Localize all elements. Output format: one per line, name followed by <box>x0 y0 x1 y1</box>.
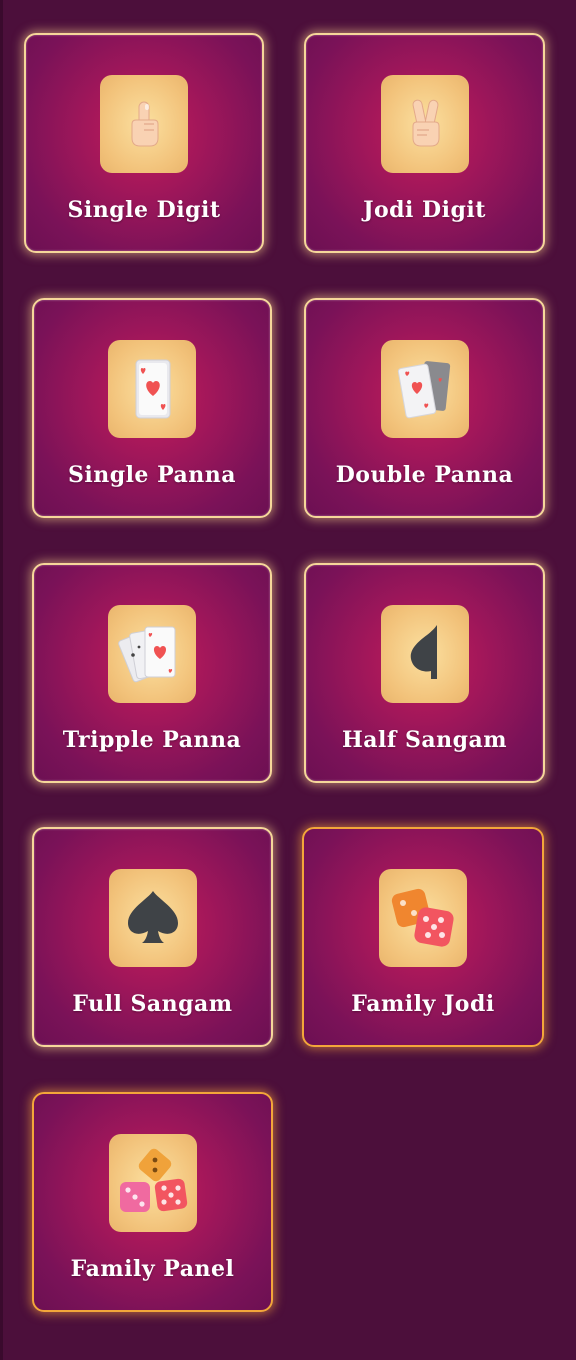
game-card-single-digit[interactable]: Single Digit <box>24 33 264 253</box>
two-dice-icon <box>379 869 467 967</box>
game-card-full-sangam[interactable]: Full Sangam <box>32 827 273 1047</box>
playing-card-icon <box>108 340 196 438</box>
game-label: Double Panna <box>335 462 514 488</box>
victory-hand-icon <box>380 75 469 173</box>
game-card-double-panna[interactable]: Double Panna <box>304 298 545 518</box>
game-card-tripple-panna[interactable]: Tripple Panna <box>32 563 272 783</box>
game-label: Jodi Digit <box>363 197 486 223</box>
game-card-family-panel[interactable]: Family Panel <box>32 1092 273 1312</box>
half-spade-icon <box>380 605 469 703</box>
game-card-single-panna[interactable]: Single Panna <box>32 298 272 518</box>
game-label: Single Digit <box>67 197 221 223</box>
two-cards-icon <box>380 340 469 438</box>
three-dice-icon <box>108 1134 197 1232</box>
game-label: Tripple Panna <box>62 727 242 753</box>
game-label: Single Panna <box>67 462 237 488</box>
game-label: Family Panel <box>70 1256 235 1282</box>
spade-icon <box>108 869 197 967</box>
left-edge-rule <box>0 0 3 1360</box>
three-cards-icon <box>108 605 196 703</box>
game-label: Family Jodi <box>351 991 495 1017</box>
game-card-family-jodi[interactable]: Family Jodi <box>302 827 544 1047</box>
index-finger-icon <box>100 75 188 173</box>
game-label: Full Sangam <box>72 991 233 1017</box>
game-card-jodi-digit[interactable]: Jodi Digit <box>304 33 545 253</box>
game-label: Half Sangam <box>341 727 508 753</box>
game-card-half-sangam[interactable]: Half Sangam <box>304 563 545 783</box>
